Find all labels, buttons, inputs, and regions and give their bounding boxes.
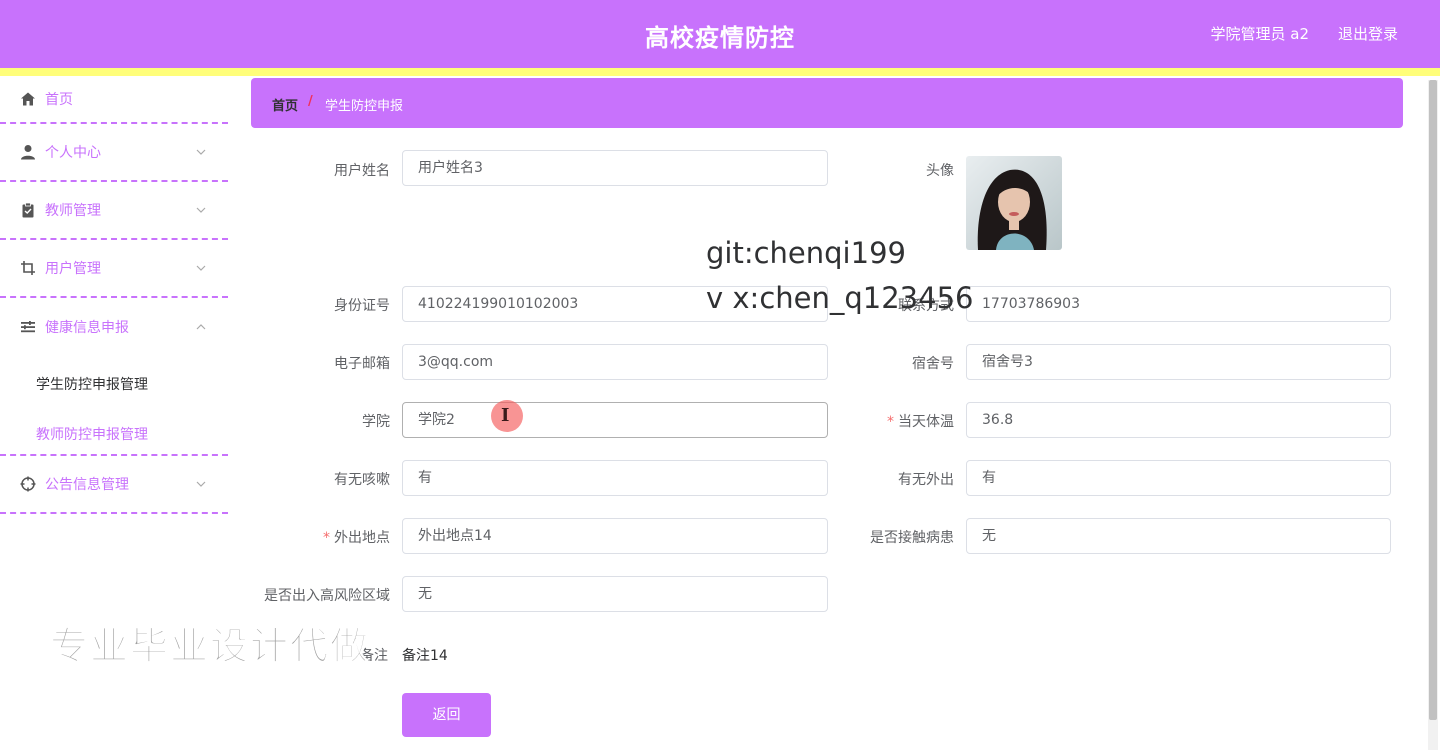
remark-value: 备注14: [402, 648, 448, 664]
idcard-label: 身份证号: [334, 298, 390, 314]
watermark-git: git:chenqi199: [706, 236, 906, 270]
breadcrumb-current: 学生防控申报: [325, 99, 404, 114]
sidebar-item-label: 公告信息管理: [45, 477, 129, 493]
chevron-down-icon: [196, 207, 206, 213]
temperature-field[interactable]: 36.8: [966, 402, 1391, 438]
avatar-label: 头像: [926, 163, 954, 179]
chevron-down-icon: [196, 265, 206, 271]
cough-label: 有无咳嗽: [334, 472, 390, 488]
chevron-up-icon: [196, 324, 206, 330]
place-label: * 外出地点: [323, 530, 390, 546]
home-icon: [21, 92, 35, 106]
goout-label: 有无外出: [898, 472, 954, 488]
user-icon: [21, 145, 35, 160]
contact-label: 是否接触病患: [870, 530, 954, 546]
risk-label: 是否出入高风险区域: [264, 588, 390, 604]
watermark-wechat: v x:chen_q123456: [706, 281, 974, 315]
required-mark: *: [887, 414, 894, 430]
list-icon: [21, 321, 35, 333]
logout-link[interactable]: 退出登录: [1338, 23, 1398, 44]
dorm-label: 宿舍号: [912, 356, 954, 372]
breadcrumb-home[interactable]: 首页: [272, 95, 298, 114]
health-report-submenu: 学生防控申报管理 教师防控申报管理: [0, 356, 228, 456]
header-accent-strip: [0, 68, 1440, 76]
dorm-field[interactable]: 宿舍号3: [966, 344, 1391, 380]
sidebar-item-home[interactable]: 首页: [0, 76, 228, 124]
avatar-photo: [966, 156, 1062, 250]
chevron-down-icon: [196, 149, 206, 155]
username-label: 用户姓名: [334, 163, 390, 179]
current-user: 学院管理员 a2: [1210, 25, 1309, 43]
goout-field[interactable]: 有: [966, 460, 1391, 496]
sidebar-item-teacher-management[interactable]: 教师管理: [0, 182, 228, 240]
breadcrumb: 首页 / 学生防控申报: [251, 78, 1403, 128]
sidebar-item-user-management[interactable]: 用户管理: [0, 240, 228, 298]
avatar-image: [966, 156, 1062, 250]
temperature-label: * 当天体温: [887, 414, 954, 430]
clipboard-icon: [22, 202, 34, 218]
contact-field[interactable]: 无: [966, 518, 1391, 554]
sidebar-item-label: 首页: [45, 92, 73, 108]
sidebar-item-label: 用户管理: [45, 261, 101, 277]
username-field[interactable]: 用户姓名3: [402, 150, 828, 186]
required-mark: *: [323, 530, 330, 546]
promo-overlay: 专业毕业设计代做: [49, 624, 371, 669]
risk-field[interactable]: 无: [402, 576, 828, 612]
college-field[interactable]: 学院2: [402, 402, 828, 438]
scrollbar[interactable]: [1428, 80, 1438, 750]
submenu-item-teacher-report[interactable]: 教师防控申报管理: [36, 424, 148, 444]
sidebar-item-personal-center[interactable]: 个人中心: [0, 124, 228, 182]
scrollbar-thumb[interactable]: [1429, 80, 1437, 720]
sidebar-item-health-report[interactable]: 健康信息申报: [0, 298, 228, 356]
phone-field[interactable]: 17703786903: [966, 286, 1391, 322]
sidebar-item-label: 教师管理: [45, 203, 101, 219]
college-label: 学院: [362, 414, 390, 430]
sidebar-item-notice-management[interactable]: 公告信息管理: [0, 456, 228, 514]
chevron-down-icon: [196, 481, 206, 487]
sidebar-item-label: 个人中心: [45, 145, 101, 161]
submenu-item-student-report[interactable]: 学生防控申报管理: [36, 374, 148, 394]
back-button[interactable]: 返回: [402, 693, 491, 737]
crop-icon: [21, 261, 35, 275]
email-label: 电子邮箱: [334, 356, 390, 372]
sidebar-item-label: 健康信息申报: [45, 320, 129, 336]
top-bar: 高校疫情防控 学院管理员 a2 退出登录: [0, 0, 1440, 68]
text-cursor-icon: I: [501, 405, 510, 426]
target-icon: [20, 476, 36, 492]
place-field[interactable]: 外出地点14: [402, 518, 828, 554]
cough-field[interactable]: 有: [402, 460, 828, 496]
email-field[interactable]: 3@qq.com: [402, 344, 828, 380]
breadcrumb-separator: /: [308, 94, 313, 109]
